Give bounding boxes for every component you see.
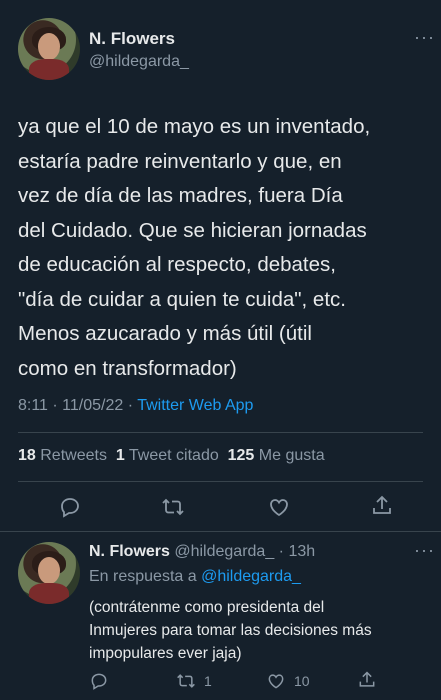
author-handle[interactable]: @hildegarda_ bbox=[89, 53, 189, 71]
share-icon[interactable] bbox=[370, 494, 394, 518]
author-name[interactable]: N. Flowers bbox=[89, 29, 175, 49]
reply-context: En respuesta a @hildegarda_ bbox=[89, 568, 301, 585]
reply-retweet-icon[interactable] bbox=[175, 671, 197, 691]
tweet-text-line: "día de cuidar a quien te cuida", etc. bbox=[18, 287, 346, 311]
tweet-source-link[interactable]: Twitter Web App bbox=[137, 397, 253, 414]
tweet-text-line: como en transformador) bbox=[18, 356, 237, 380]
tweet-text-line: de educación al respecto, debates, bbox=[18, 253, 336, 276]
reply-like-icon[interactable] bbox=[266, 671, 286, 691]
divider bbox=[18, 481, 423, 482]
reply-reply-icon[interactable] bbox=[89, 671, 109, 691]
reply-more-options-icon[interactable]: ··· bbox=[414, 541, 435, 559]
reply-text-line: (contrátenme como presidenta del bbox=[89, 599, 325, 616]
reply-text-line: impopulares ever jaja) bbox=[89, 645, 242, 662]
likes-stat[interactable]: 125 Me gusta bbox=[228, 447, 325, 464]
reply-retweet-count: 1 bbox=[204, 673, 212, 689]
tweet-text: ya que el 10 de mayo es un inventado, es… bbox=[18, 110, 438, 386]
tweet-text-line: del Cuidado. Que se hicieran jornadas bbox=[18, 218, 367, 242]
tweet-timestamp: 8:11 · 11/05/22 · Twitter Web App bbox=[18, 397, 253, 415]
reply-author-name[interactable]: N. Flowers bbox=[89, 543, 170, 560]
reply-author-avatar[interactable] bbox=[18, 542, 80, 604]
reply-like-count: 10 bbox=[294, 673, 310, 689]
reply-share-icon[interactable] bbox=[357, 670, 377, 690]
divider bbox=[0, 531, 441, 532]
divider bbox=[18, 432, 423, 433]
reply-text-line: Inmujeres para tomar las decisiones más bbox=[89, 622, 372, 639]
reply-to-link[interactable]: @hildegarda_ bbox=[201, 568, 301, 585]
retweets-stat[interactable]: 18 Retweets bbox=[18, 447, 107, 464]
tweet-time[interactable]: 8:11 · 11/05/22 · bbox=[18, 397, 137, 414]
tweet-text-line: ya que el 10 de mayo es un inventado, bbox=[18, 115, 371, 138]
tweet-text-line: vez de día de las madres, fuera Día bbox=[18, 184, 343, 207]
tweet-text-line: estaría padre reinventarlo y que, en bbox=[18, 149, 342, 173]
reply-handle-time[interactable]: @hildegarda_ · 13h bbox=[174, 543, 315, 560]
tweet-text-line: Menos azucarado y más útil (útil bbox=[18, 322, 312, 345]
retweet-icon[interactable] bbox=[160, 495, 186, 519]
author-avatar[interactable] bbox=[18, 18, 80, 80]
quotes-stat[interactable]: 1 Tweet citado bbox=[116, 447, 219, 464]
more-options-icon[interactable]: ··· bbox=[414, 28, 435, 46]
reply-header: N. Flowers @hildegarda_ · 13h bbox=[89, 543, 315, 561]
reply-text: (contrátenme como presidenta del Inmujer… bbox=[89, 596, 434, 665]
like-icon[interactable] bbox=[267, 495, 291, 519]
tweet-stats: 18 Retweets 1 Tweet citado 125 Me gusta bbox=[18, 447, 325, 465]
reply-icon[interactable] bbox=[58, 495, 82, 519]
